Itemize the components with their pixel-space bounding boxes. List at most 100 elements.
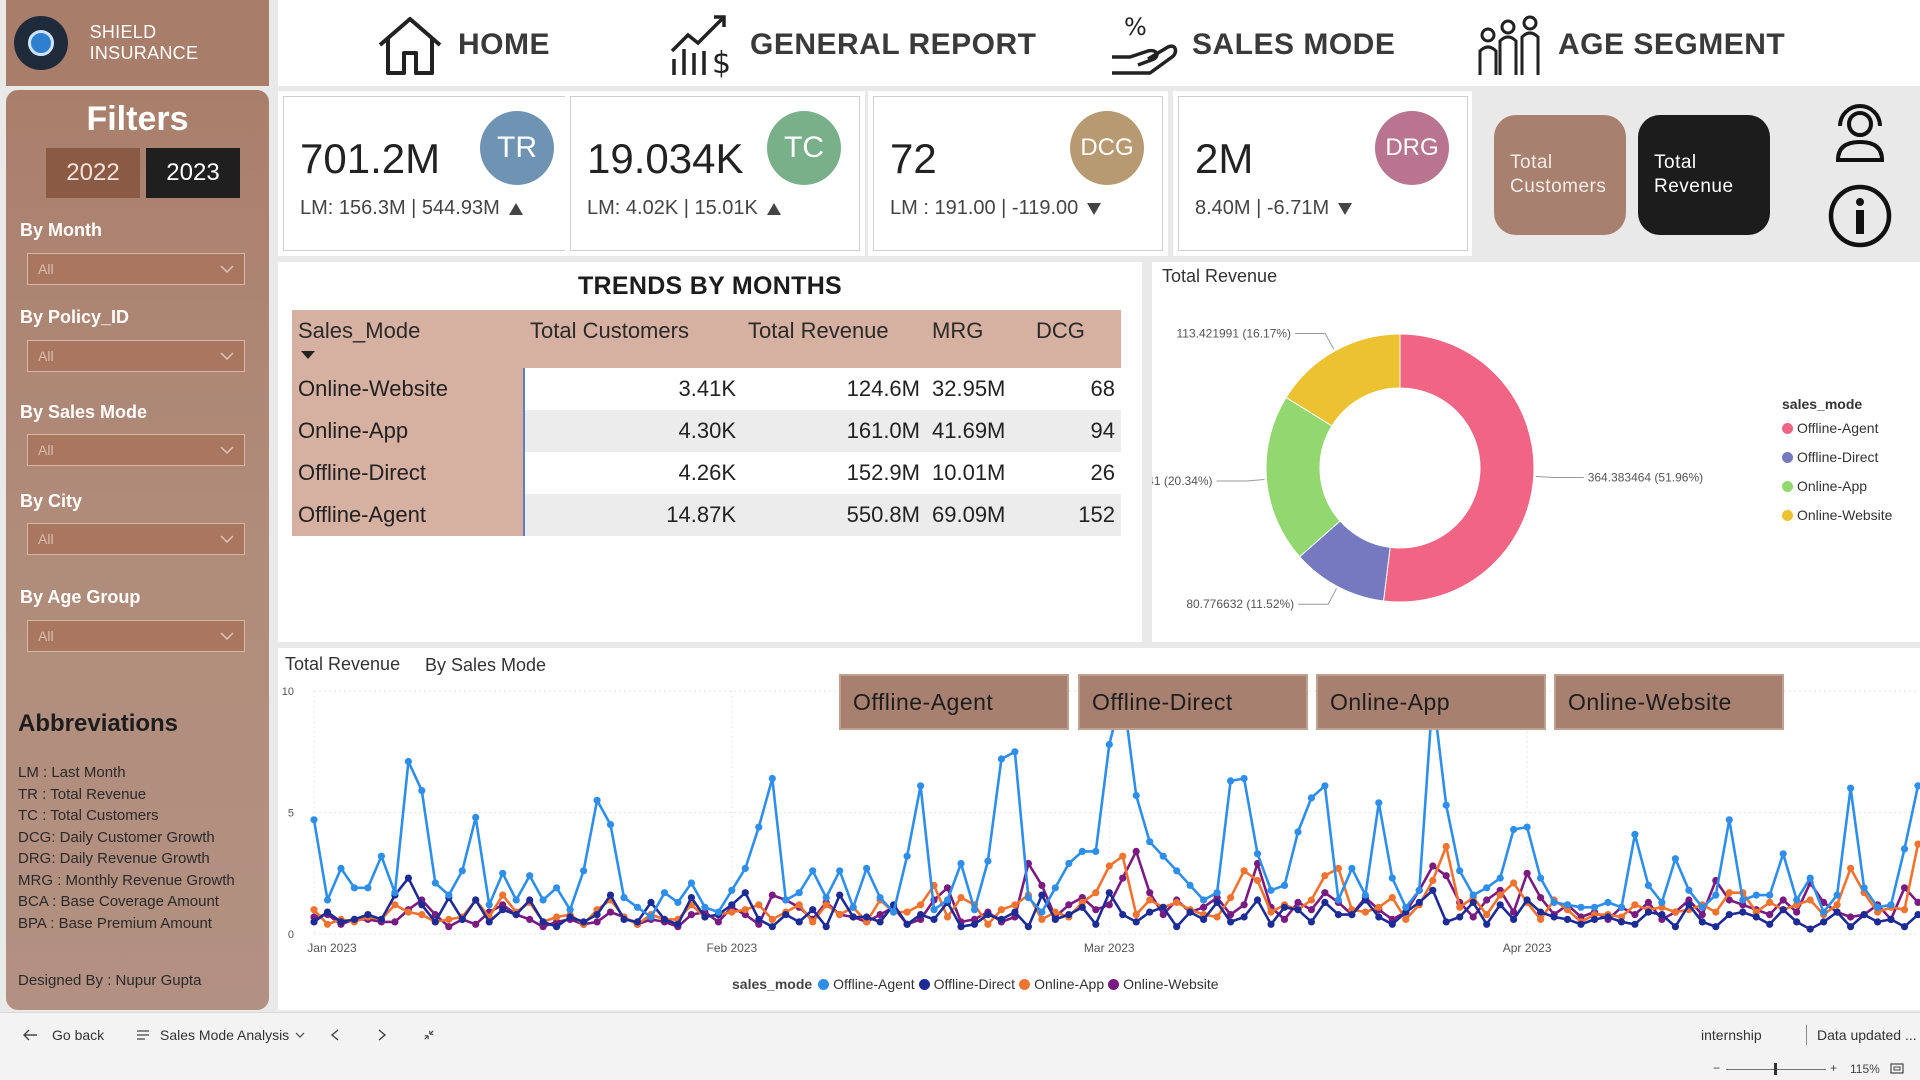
nav-age-segment[interactable]: AGE SEGMENT [1474,10,1785,80]
data-point [1483,911,1491,919]
abbreviation-item: MRG : Monthly Revenue Growth [18,871,235,889]
nav-home[interactable]: HOME [374,10,550,80]
total-customers-toggle[interactable]: Total Customers [1494,115,1626,235]
x-tick-label: Apr 2023 [1503,941,1552,955]
data-point [997,755,1006,763]
abbreviations-list: LM : Last Month TR : Total Revenue TC : … [18,762,235,934]
info-icon[interactable] [1826,182,1894,250]
previous-page-icon[interactable] [330,1029,340,1041]
data-point [1132,791,1140,800]
data-point [795,918,803,926]
kpi-subtext-text: LM: 4.02K | 15.01K [587,197,758,219]
line-legend-online-website[interactable]: Online-Website [1108,976,1219,992]
table-row[interactable]: Offline-Agent 14.87K 550.8M 69.09M 152 [292,494,1121,536]
line-legend-offline-direct[interactable]: Offline-Direct [918,976,1015,992]
go-back-button[interactable]: Go back [22,1027,104,1043]
zoom-out-button[interactable]: − [1713,1061,1720,1075]
abbreviation-item: TR : Total Revenue [18,785,147,803]
age-group-dropdown[interactable]: All [27,620,245,652]
data-point [1806,896,1814,904]
kpi-card-dcg: 72 DCG LM : 191.00 | -119.00 [873,96,1163,251]
cell-total-customers: 4.30K [524,410,742,452]
zoom-in-button[interactable]: + [1830,1061,1837,1075]
data-point [687,911,695,919]
user-support-icon[interactable] [1826,96,1894,164]
series-button-offline-direct[interactable]: Offline-Direct [1078,674,1308,730]
data-point [741,906,749,914]
legend-dot [1782,451,1793,463]
year-2023-button[interactable]: 2023 [146,148,240,198]
data-point [1159,903,1167,911]
data-point [809,906,817,914]
donut-leader-line [1298,588,1338,605]
svg-text:%: % [1124,13,1147,41]
city-dropdown[interactable]: All [27,523,245,555]
data-point [1874,903,1882,911]
data-point [1038,881,1046,889]
data-point [1442,842,1450,851]
data-point [836,911,844,919]
brand-header: SHIELD INSURANCE [6,0,269,86]
data-point [633,918,642,926]
column-header-mrg[interactable]: MRG [926,310,1030,368]
data-point [1550,898,1558,906]
next-page-icon[interactable] [377,1029,387,1041]
page-selector[interactable]: Sales Mode Analysis [136,1027,305,1043]
data-point [1469,898,1477,906]
data-point [1847,784,1855,792]
data-point [350,915,358,923]
data-point [1321,889,1329,897]
nav-sales-mode[interactable]: % SALES MODE [1108,10,1395,80]
month-dropdown[interactable]: All [27,253,245,285]
data-point [1307,918,1315,926]
data-point [1092,889,1100,897]
series-button-online-website[interactable]: Online-Website [1554,674,1784,730]
data-point [1671,923,1679,931]
column-header-total-customers[interactable]: Total Customers [524,310,742,368]
data-point [1496,901,1504,909]
column-header-sales-mode[interactable]: Sales_Mode [292,310,524,368]
table-row[interactable]: Offline-Direct 4.26K 152.9M 10.01M 26 [292,452,1121,494]
data-point [526,872,534,880]
data-point [310,906,318,914]
zoom-slider-thumb[interactable] [1774,1063,1777,1075]
data-point [1833,908,1841,916]
fit-to-page-icon[interactable] [1890,1063,1904,1074]
column-header-total-revenue[interactable]: Total Revenue [742,310,926,368]
data-point [1011,908,1019,916]
trend-up-icon [508,202,523,215]
total-revenue-toggle[interactable]: Total Revenue [1638,115,1770,235]
data-point [1348,864,1356,872]
donut-legend-offline-agent[interactable]: Offline-Agent [1782,420,1878,436]
data-point [1887,915,1895,923]
data-point [1631,901,1639,909]
data-point [1537,908,1545,916]
series-button-offline-agent[interactable]: Offline-Agent [839,674,1069,730]
line-legend-offline-agent[interactable]: Offline-Agent [818,976,915,992]
cell-mrg: 41.69M [926,410,1030,452]
year-2022-button[interactable]: 2022 [46,148,140,198]
table-row[interactable]: Online-Website 3.41K 124.6M 32.95M 68 [292,368,1121,410]
donut-legend-online-website[interactable]: Online-Website [1782,507,1892,523]
data-updated-status[interactable]: Data updated ... [1817,1027,1917,1043]
data-point [1119,911,1127,919]
line-legend-online-app[interactable]: Online-App [1019,976,1104,992]
data-point [782,911,790,919]
data-point [1375,913,1383,921]
data-point [822,901,830,909]
table-row[interactable]: Online-App 4.30K 161.0M 41.69M 94 [292,410,1121,452]
data-point [1011,901,1019,909]
data-point [431,879,439,887]
data-point [1847,913,1855,921]
donut-legend-online-app[interactable]: Online-App [1782,478,1867,494]
nav-general-report[interactable]: $ GENERAL REPORT [666,10,1036,80]
donut-legend-offline-direct[interactable]: Offline-Direct [1782,449,1878,465]
column-header-dcg[interactable]: DCG [1030,310,1121,368]
data-point [391,889,399,897]
sales-mode-dropdown[interactable]: All [27,434,245,466]
data-point [1240,913,1248,921]
collapse-icon[interactable] [422,1029,436,1041]
series-button-online-app[interactable]: Online-App [1316,674,1546,730]
policy-dropdown[interactable]: All [27,340,245,372]
donut-data-label: 364.383464 (51.96%) [1588,470,1703,484]
